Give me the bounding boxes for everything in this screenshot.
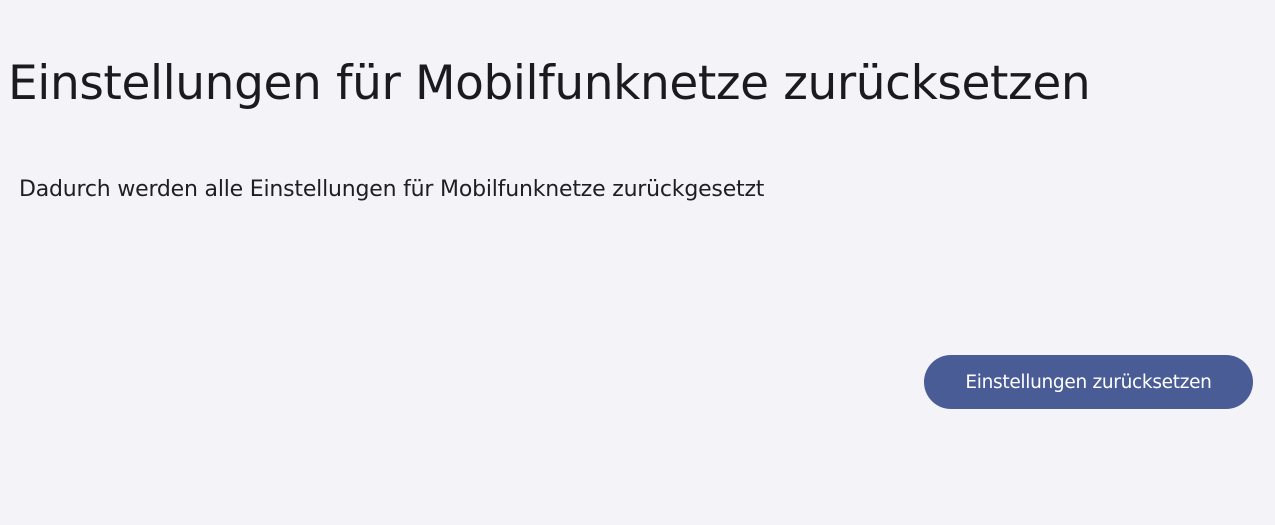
reset-mobile-network-settings-screen: Einstellungen für Mobilfunknetze zurücks… — [0, 0, 1275, 525]
reset-settings-button[interactable]: Einstellungen zurücksetzen — [924, 355, 1253, 409]
page-title: Einstellungen für Mobilfunknetze zurücks… — [8, 56, 1091, 111]
reset-description: Dadurch werden alle Einstellungen für Mo… — [19, 177, 765, 202]
